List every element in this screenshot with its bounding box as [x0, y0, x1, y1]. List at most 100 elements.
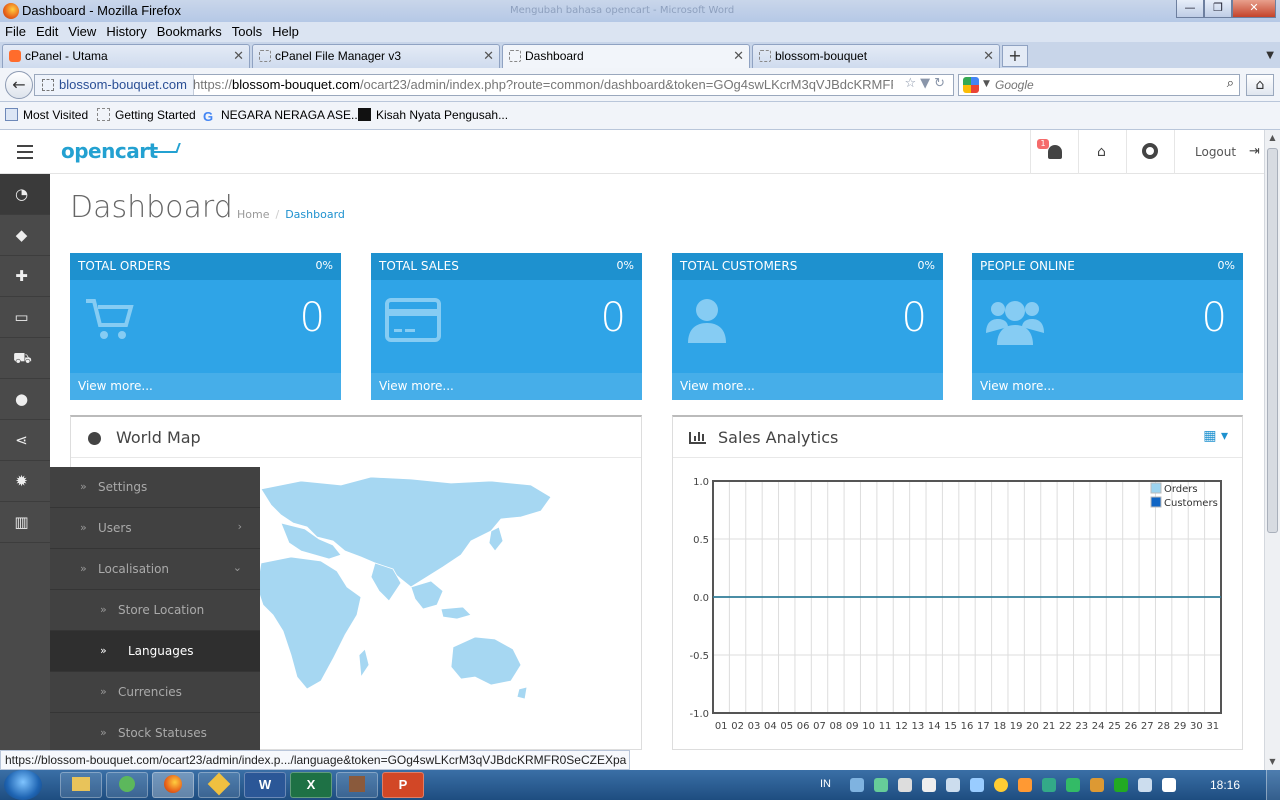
close-button[interactable]: ✕ [1232, 0, 1276, 18]
tray-app-icon[interactable] [1090, 778, 1104, 792]
page-scrollbar[interactable]: ▲ ▼ [1264, 130, 1280, 770]
tray-network-icon[interactable] [850, 778, 864, 792]
scrollbar-thumb[interactable] [1267, 148, 1278, 533]
tray-app-icon[interactable] [874, 778, 888, 792]
tray-app-icon[interactable] [1018, 778, 1032, 792]
search-icon[interactable]: ⌕ [1227, 76, 1234, 91]
submenu-item-currencies[interactable]: » Currencies [50, 672, 260, 713]
maximize-button[interactable]: ❐ [1204, 0, 1232, 18]
scroll-down-icon[interactable]: ▼ [1265, 754, 1280, 770]
tray-app-icon[interactable] [970, 778, 984, 792]
site-identity-button[interactable]: blossom-bouquet.com [35, 75, 194, 95]
tray-app-icon[interactable] [1066, 778, 1080, 792]
tab-close-icon[interactable]: ✕ [983, 48, 994, 64]
breadcrumb-home[interactable]: Home [237, 208, 269, 221]
view-more-link[interactable]: View more... [680, 379, 755, 393]
menu-history[interactable]: History [101, 22, 151, 42]
history-dropdown-icon[interactable]: ▼ [920, 76, 934, 91]
sidebar-item-sales[interactable]: ⛟ [0, 338, 50, 379]
menu-view[interactable]: View [63, 22, 101, 42]
url-text[interactable]: https://blossom-bouquet.com/ocart23/admi… [193, 75, 893, 95]
tray-app-icon[interactable] [994, 778, 1008, 792]
tray-app-icon[interactable] [1138, 778, 1152, 792]
tab-close-icon[interactable]: ✕ [233, 48, 244, 64]
tab-cpanel-file-manager[interactable]: cPanel File Manager v3 ✕ [252, 44, 500, 68]
notifications-button[interactable]: 1 [1030, 130, 1078, 174]
tab-list-dropdown-icon[interactable]: ▼ [1266, 50, 1274, 61]
taskbar-app-green[interactable] [106, 772, 148, 798]
breadcrumb: Home / Dashboard [237, 208, 345, 221]
bookmark-kisah-nyata[interactable]: Kisah Nyata Pengusah... [358, 108, 508, 122]
bookmark-negara-neraga[interactable]: G NEGARA NERAGA ASE... [203, 108, 361, 123]
back-button[interactable]: ← [5, 71, 33, 99]
menu-tools[interactable]: Tools [227, 22, 267, 42]
taskbar-app-pen[interactable] [198, 772, 240, 798]
store-home-button[interactable]: ⌂ [1078, 130, 1126, 174]
tray-device-icon[interactable] [898, 778, 912, 792]
breadcrumb-dashboard[interactable]: Dashboard [285, 208, 345, 221]
tab-close-icon[interactable]: ✕ [483, 48, 494, 64]
reload-icon[interactable]: ↻ [934, 76, 949, 91]
minimize-button[interactable]: — [1176, 0, 1204, 18]
tray-app-icon[interactable] [1042, 778, 1056, 792]
tab-cpanel-utama[interactable]: cPanel - Utama ✕ [2, 44, 250, 68]
tab-blossom-bouquet[interactable]: blossom-bouquet ✕ [752, 44, 1000, 68]
start-button[interactable] [4, 770, 42, 800]
engine-dropdown-icon[interactable]: ▼ [983, 79, 990, 89]
sidebar-item-design[interactable]: ▭ [0, 297, 50, 338]
sidebar-item-dashboard[interactable]: ◔ [0, 174, 50, 215]
submenu-item-store-location[interactable]: » Store Location [50, 590, 260, 631]
view-more-link[interactable]: View more... [78, 379, 153, 393]
logout-button[interactable]: Logout ⇥ [1174, 130, 1264, 174]
submenu-item-localisation[interactable]: » Localisation ⌄ [50, 549, 260, 590]
sidebar-item-customers[interactable]: ● [0, 379, 50, 420]
clock[interactable]: 18:16 [1210, 778, 1240, 792]
taskbar-powerpoint[interactable]: P [382, 772, 424, 798]
tray-app-icon[interactable] [1114, 778, 1128, 792]
help-button[interactable] [1126, 130, 1174, 174]
tab-dashboard[interactable]: Dashboard ✕ [502, 44, 750, 68]
calendar-dropdown-button[interactable]: ▦ ▾ [1203, 428, 1228, 444]
submenu-item-users[interactable]: » Users › [50, 508, 260, 549]
search-box[interactable]: ▼ ⌕ [958, 74, 1240, 96]
language-indicator[interactable]: IN [820, 778, 831, 790]
menu-toggle-icon[interactable] [17, 145, 33, 159]
sidebar-item-marketing[interactable]: ⋖ [0, 420, 50, 461]
menu-help[interactable]: Help [267, 22, 304, 42]
view-more-link[interactable]: View more... [379, 379, 454, 393]
sidebar-item-catalog[interactable]: ◆ [0, 215, 50, 256]
menu-file[interactable]: File [0, 22, 31, 42]
opencart-logo[interactable]: opencart [61, 139, 158, 163]
sidebar-item-extensions[interactable]: ✚ [0, 256, 50, 297]
volume-icon[interactable] [922, 778, 936, 792]
submenu-item-settings[interactable]: » Settings [50, 467, 260, 508]
firefox-icon [164, 775, 182, 793]
home-button[interactable]: ⌂ [1246, 74, 1274, 96]
show-desktop-button[interactable] [1266, 770, 1280, 800]
url-bar[interactable]: blossom-bouquet.com https://blossom-bouq… [34, 74, 954, 96]
taskbar-word[interactable]: W [244, 772, 286, 798]
new-tab-button[interactable]: + [1002, 45, 1028, 67]
sidebar-item-reports[interactable]: ▥ [0, 502, 50, 543]
google-engine-icon[interactable] [963, 77, 979, 93]
tab-close-icon[interactable]: ✕ [733, 48, 744, 64]
signal-icon[interactable] [946, 778, 960, 792]
scroll-up-icon[interactable]: ▲ [1265, 130, 1280, 146]
legend-label: Orders [1164, 484, 1198, 495]
search-input[interactable] [995, 76, 1215, 94]
bookmark-getting-started[interactable]: Getting Started [97, 108, 196, 122]
taskbar-explorer[interactable] [60, 772, 102, 798]
sidebar-item-system[interactable]: ✹ [0, 461, 50, 502]
bookmark-label: Most Visited [23, 108, 89, 122]
bookmark-star-icon[interactable]: ☆ [904, 76, 920, 91]
view-more-link[interactable]: View more... [980, 379, 1055, 393]
taskbar-firefox[interactable] [152, 772, 194, 798]
bookmark-most-visited[interactable]: Most Visited [5, 108, 88, 122]
submenu-item-languages[interactable]: » Languages [50, 631, 260, 672]
flag-icon[interactable] [1162, 778, 1176, 792]
submenu-item-stock-statuses[interactable]: » Stock Statuses [50, 713, 260, 754]
menu-edit[interactable]: Edit [31, 22, 63, 42]
menu-bookmarks[interactable]: Bookmarks [152, 22, 227, 42]
taskbar-excel[interactable]: X [290, 772, 332, 798]
taskbar-app-photo[interactable] [336, 772, 378, 798]
